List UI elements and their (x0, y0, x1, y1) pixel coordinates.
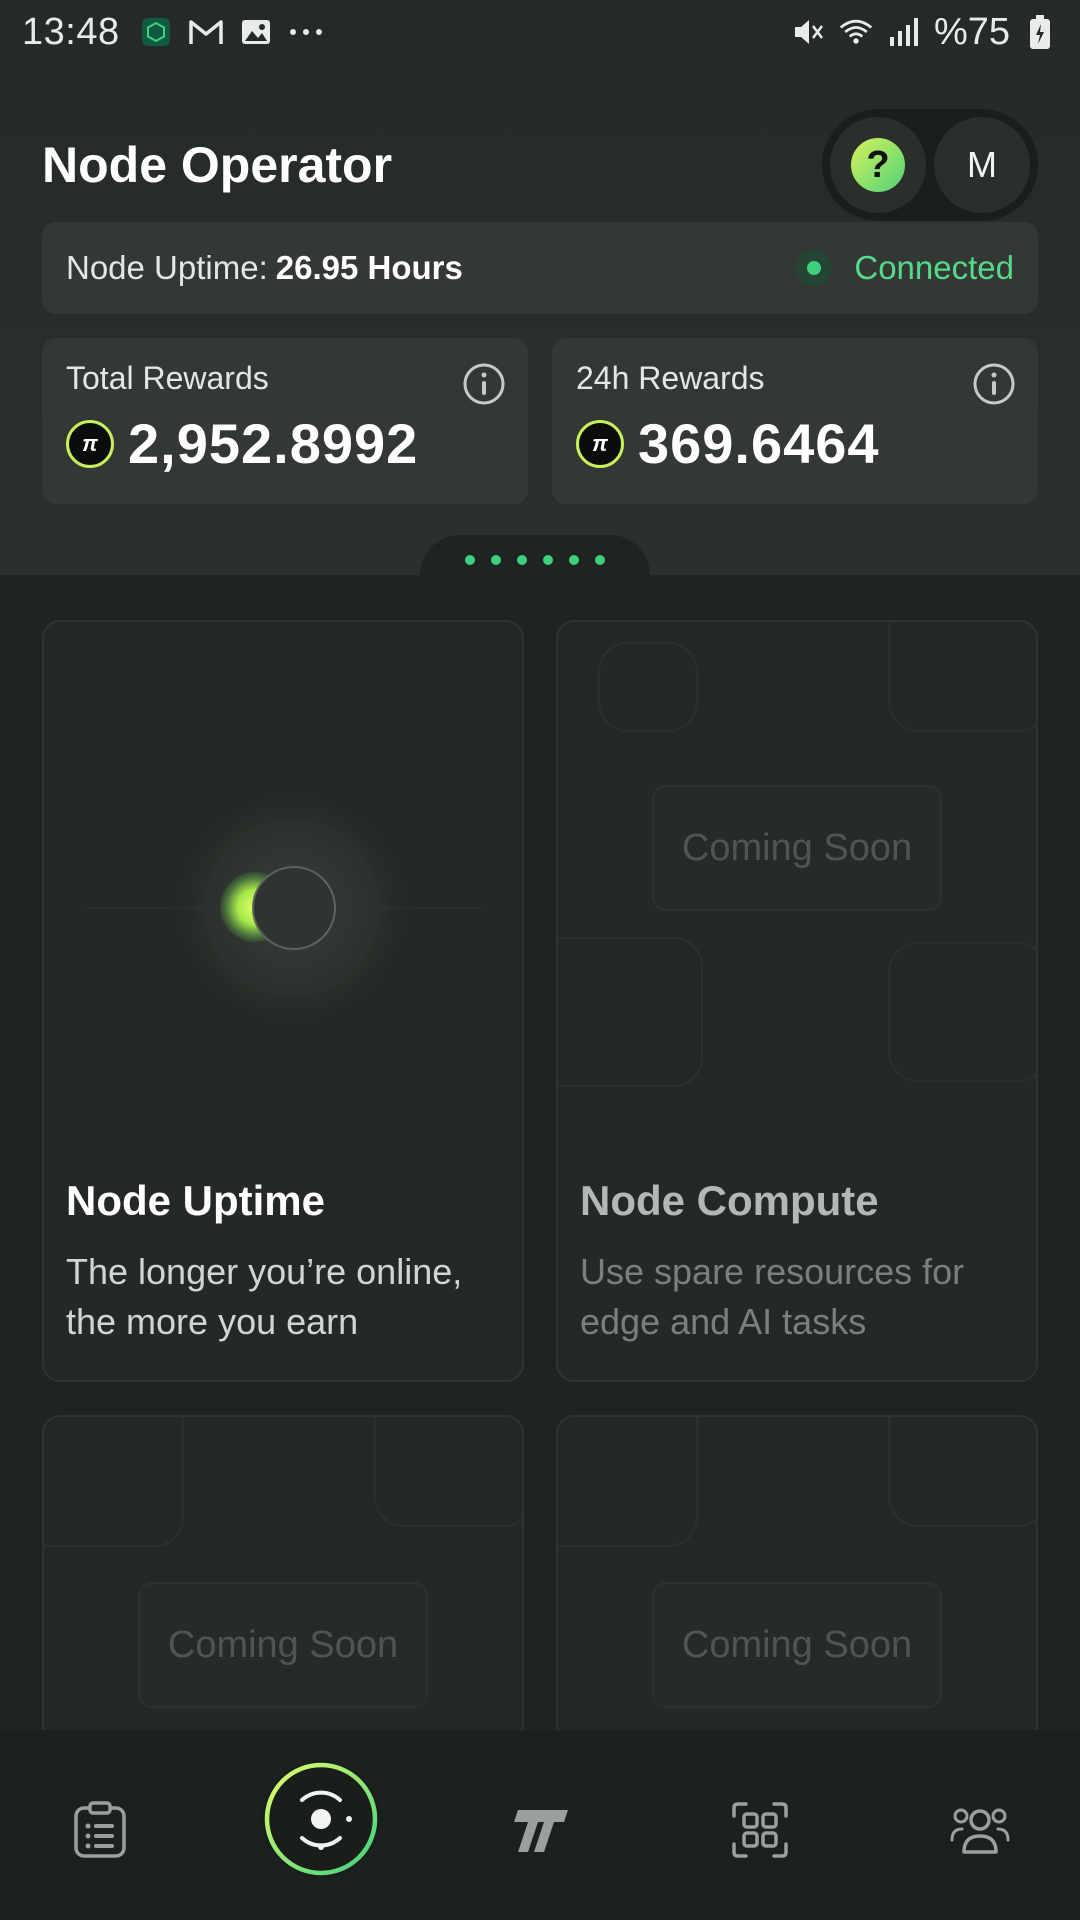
decor-shape (558, 1417, 698, 1547)
day-rewards-card: 24h Rewards π 369.6464 (552, 338, 1038, 504)
more-dots-icon (288, 14, 324, 50)
coming-soon-badge: Coming Soon (652, 1582, 942, 1708)
node-orbit-icon (264, 1762, 378, 1876)
connected-dot-icon (796, 250, 833, 286)
nav-tasks[interactable] (60, 1790, 140, 1870)
nav-community[interactable] (940, 1790, 1020, 1870)
token-icon: π (576, 419, 624, 468)
nav-node[interactable] (262, 1760, 380, 1878)
signal-icon (886, 14, 922, 50)
battery-icon (1022, 14, 1058, 50)
page-dot[interactable] (543, 555, 553, 565)
decor-shape (888, 942, 1036, 1082)
card-title: Node Uptime (66, 1177, 326, 1224)
card-description: Use spare resources for edge and AI task… (580, 1251, 965, 1342)
page-title: Node Operator (42, 137, 393, 193)
coming-soon-badge: Coming Soon (138, 1582, 428, 1708)
wifi-icon (838, 14, 874, 50)
status-time: 13:48 (22, 10, 120, 53)
uptime-value: 26.95 Hours (275, 249, 463, 286)
day-rewards-value: 369.6464 (638, 412, 880, 475)
node-compute-card[interactable]: Coming Soon Node Compute Use spare resou… (556, 620, 1038, 1382)
token-logo-icon (514, 1810, 568, 1852)
decor-shape (558, 937, 703, 1087)
page-dot[interactable] (465, 555, 475, 565)
decor-shape (44, 1417, 184, 1547)
decor-shape (374, 1417, 522, 1527)
day-rewards-label: 24h Rewards (576, 360, 765, 396)
header-actions: ? M (822, 109, 1038, 221)
status-bar: 13:48 %75 (0, 0, 1080, 64)
node-uptime-card[interactable]: Node Uptime The longer you’re online, th… (42, 620, 524, 1382)
total-rewards-value: 2,952.8992 (128, 412, 419, 475)
uptime-orb-core (252, 866, 336, 950)
apps-grid-icon (732, 1802, 788, 1858)
gallery-icon (238, 14, 274, 50)
nav-apps[interactable] (720, 1790, 800, 1870)
tasks-list-icon (74, 1801, 126, 1858)
card-description: The longer you’re online, the more you e… (66, 1251, 463, 1342)
token-icon: π (66, 419, 114, 468)
page-dot[interactable] (491, 555, 501, 565)
decor-shape (598, 642, 698, 732)
orb-line-right (374, 908, 484, 909)
decor-shape (888, 622, 1036, 732)
gmail-icon (188, 14, 224, 50)
nav-token[interactable] (500, 1790, 580, 1870)
total-rewards-card: Total Rewards π 2,952.8992 (42, 338, 528, 504)
avatar[interactable]: M (934, 117, 1030, 213)
app-header: Node Operator ? M (42, 109, 1038, 221)
coming-soon-badge: Coming Soon (652, 785, 942, 911)
connection-status: Connected (796, 249, 1014, 287)
page-indicator[interactable] (420, 535, 650, 585)
info-icon[interactable] (462, 362, 506, 406)
info-icon[interactable] (972, 362, 1016, 406)
connection-status-label: Connected (854, 249, 1014, 286)
battery-percent: %75 (933, 10, 1010, 53)
community-icon (950, 1808, 1010, 1854)
page-dot[interactable] (517, 555, 527, 565)
uptime-label: Node Uptime: (66, 249, 268, 286)
orb-line-left (84, 908, 214, 909)
help-button[interactable]: ? (830, 117, 926, 213)
bottom-nav (0, 1730, 1080, 1920)
page-dot[interactable] (595, 555, 605, 565)
page-dot[interactable] (569, 555, 579, 565)
decor-shape (888, 1417, 1036, 1527)
help-icon: ? (851, 138, 905, 192)
card-title: Node Compute (580, 1177, 879, 1224)
mute-icon (790, 14, 826, 50)
total-rewards-label: Total Rewards (66, 360, 269, 396)
uptime-bar: Node Uptime: 26.95 Hours Connected (42, 222, 1038, 314)
app-icon (138, 14, 174, 50)
